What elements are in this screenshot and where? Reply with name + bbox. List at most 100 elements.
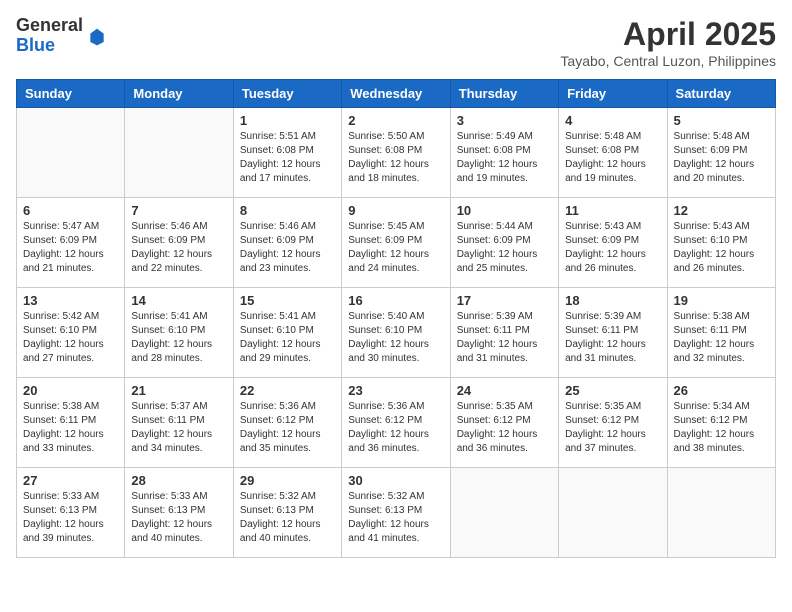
day-number: 25 [565, 383, 660, 398]
calendar-week-row: 13 Sunrise: 5:42 AM Sunset: 6:10 PM Dayli… [17, 288, 776, 378]
day-number: 5 [674, 113, 769, 128]
day-info: Sunrise: 5:45 AM Sunset: 6:09 PM Dayligh… [348, 220, 443, 276]
day-number: 4 [565, 113, 660, 128]
calendar-cell: 15 Sunrise: 5:41 AM Sunset: 6:10 PM Dayli… [233, 288, 341, 378]
day-info: Sunrise: 5:43 AM Sunset: 6:09 PM Dayligh… [565, 220, 660, 276]
day-info: Sunrise: 5:38 AM Sunset: 6:11 PM Dayligh… [674, 310, 769, 366]
calendar-cell: 24 Sunrise: 5:35 AM Sunset: 6:12 PM Dayli… [450, 378, 558, 468]
day-number: 3 [457, 113, 552, 128]
calendar-cell: 26 Sunrise: 5:34 AM Sunset: 6:12 PM Dayli… [667, 378, 775, 468]
location: Tayabo, Central Luzon, Philippines [560, 53, 776, 69]
day-number: 13 [23, 293, 118, 308]
month-year: April 2025 [560, 16, 776, 53]
day-info: Sunrise: 5:46 AM Sunset: 6:09 PM Dayligh… [240, 220, 335, 276]
calendar-cell: 2 Sunrise: 5:50 AM Sunset: 6:08 PM Daylig… [342, 108, 450, 198]
day-number: 2 [348, 113, 443, 128]
column-header-wednesday: Wednesday [342, 80, 450, 108]
day-number: 9 [348, 203, 443, 218]
day-number: 15 [240, 293, 335, 308]
day-info: Sunrise: 5:35 AM Sunset: 6:12 PM Dayligh… [457, 400, 552, 456]
day-number: 24 [457, 383, 552, 398]
column-header-friday: Friday [559, 80, 667, 108]
day-number: 12 [674, 203, 769, 218]
calendar-cell: 25Sunrise: 5:35 AM Sunset: 6:12 PM Dayli… [559, 378, 667, 468]
day-number: 18 [565, 293, 660, 308]
day-info: Sunrise: 5:33 AM Sunset: 6:13 PM Dayligh… [131, 490, 226, 546]
day-info: Sunrise: 5:41 AM Sunset: 6:10 PM Dayligh… [240, 310, 335, 366]
calendar-cell: 7 Sunrise: 5:46 AM Sunset: 6:09 PM Daylig… [125, 198, 233, 288]
calendar-cell: 30Sunrise: 5:32 AM Sunset: 6:13 PM Dayli… [342, 468, 450, 558]
title-section: April 2025 Tayabo, Central Luzon, Philip… [560, 16, 776, 69]
logo-blue: Blue [16, 36, 83, 56]
day-info: Sunrise: 5:51 AM Sunset: 6:08 PM Dayligh… [240, 130, 335, 186]
day-number: 20 [23, 383, 118, 398]
day-info: Sunrise: 5:32 AM Sunset: 6:13 PM Dayligh… [240, 490, 335, 546]
day-info: Sunrise: 5:37 AM Sunset: 6:11 PM Dayligh… [131, 400, 226, 456]
day-number: 6 [23, 203, 118, 218]
calendar-cell: 16 Sunrise: 5:40 AM Sunset: 6:10 PM Dayli… [342, 288, 450, 378]
column-header-tuesday: Tuesday [233, 80, 341, 108]
calendar-cell: 18 Sunrise: 5:39 AM Sunset: 6:11 PM Dayli… [559, 288, 667, 378]
calendar-cell: 11 Sunrise: 5:43 AM Sunset: 6:09 PM Dayli… [559, 198, 667, 288]
day-number: 22 [240, 383, 335, 398]
day-number: 7 [131, 203, 226, 218]
calendar-cell [17, 108, 125, 198]
day-info: Sunrise: 5:39 AM Sunset: 6:11 PM Dayligh… [565, 310, 660, 366]
day-info: Sunrise: 5:44 AM Sunset: 6:09 PM Dayligh… [457, 220, 552, 276]
day-number: 8 [240, 203, 335, 218]
calendar-cell [450, 468, 558, 558]
day-info: Sunrise: 5:34 AM Sunset: 6:12 PM Dayligh… [674, 400, 769, 456]
calendar-cell: 12 Sunrise: 5:43 AM Sunset: 6:10 PM Dayli… [667, 198, 775, 288]
day-number: 21 [131, 383, 226, 398]
day-info: Sunrise: 5:36 AM Sunset: 6:12 PM Dayligh… [240, 400, 335, 456]
calendar-cell: 10Sunrise: 5:44 AM Sunset: 6:09 PM Dayli… [450, 198, 558, 288]
day-info: Sunrise: 5:42 AM Sunset: 6:10 PM Dayligh… [23, 310, 118, 366]
day-number: 29 [240, 473, 335, 488]
calendar-cell: 21 Sunrise: 5:37 AM Sunset: 6:11 PM Dayli… [125, 378, 233, 468]
day-number: 27 [23, 473, 118, 488]
calendar-cell: 3 Sunrise: 5:49 AM Sunset: 6:08 PM Daylig… [450, 108, 558, 198]
day-info: Sunrise: 5:48 AM Sunset: 6:09 PM Dayligh… [674, 130, 769, 186]
day-info: Sunrise: 5:36 AM Sunset: 6:12 PM Dayligh… [348, 400, 443, 456]
day-info: Sunrise: 5:33 AM Sunset: 6:13 PM Dayligh… [23, 490, 118, 546]
day-number: 23 [348, 383, 443, 398]
day-number: 1 [240, 113, 335, 128]
logo-general: General [16, 16, 83, 36]
day-info: Sunrise: 5:39 AM Sunset: 6:11 PM Dayligh… [457, 310, 552, 366]
calendar-cell: 27 Sunrise: 5:33 AM Sunset: 6:13 PM Dayli… [17, 468, 125, 558]
calendar-cell: 23 Sunrise: 5:36 AM Sunset: 6:12 PM Dayli… [342, 378, 450, 468]
calendar-cell: 14Sunrise: 5:41 AM Sunset: 6:10 PM Dayli… [125, 288, 233, 378]
column-header-saturday: Saturday [667, 80, 775, 108]
calendar-table: SundayMondayTuesdayWednesdayThursdayFrid… [16, 79, 776, 558]
calendar-cell: 1 Sunrise: 5:51 AM Sunset: 6:08 PM Daylig… [233, 108, 341, 198]
calendar-cell: 6 Sunrise: 5:47 AM Sunset: 6:09 PM Daylig… [17, 198, 125, 288]
day-info: Sunrise: 5:50 AM Sunset: 6:08 PM Dayligh… [348, 130, 443, 186]
day-info: Sunrise: 5:40 AM Sunset: 6:10 PM Dayligh… [348, 310, 443, 366]
calendar-week-row: 20 Sunrise: 5:38 AM Sunset: 6:11 PM Dayli… [17, 378, 776, 468]
day-info: Sunrise: 5:38 AM Sunset: 6:11 PM Dayligh… [23, 400, 118, 456]
day-info: Sunrise: 5:48 AM Sunset: 6:08 PM Dayligh… [565, 130, 660, 186]
calendar-cell [559, 468, 667, 558]
day-info: Sunrise: 5:49 AM Sunset: 6:08 PM Dayligh… [457, 130, 552, 186]
day-number: 28 [131, 473, 226, 488]
calendar-cell: 28 Sunrise: 5:33 AM Sunset: 6:13 PM Dayli… [125, 468, 233, 558]
calendar-cell: 22 Sunrise: 5:36 AM Sunset: 6:12 PM Dayli… [233, 378, 341, 468]
day-number: 26 [674, 383, 769, 398]
day-info: Sunrise: 5:46 AM Sunset: 6:09 PM Dayligh… [131, 220, 226, 276]
day-number: 17 [457, 293, 552, 308]
column-header-monday: Monday [125, 80, 233, 108]
day-info: Sunrise: 5:47 AM Sunset: 6:09 PM Dayligh… [23, 220, 118, 276]
calendar-cell: 29 Sunrise: 5:32 AM Sunset: 6:13 PM Dayli… [233, 468, 341, 558]
calendar-cell: 9 Sunrise: 5:45 AM Sunset: 6:09 PM Daylig… [342, 198, 450, 288]
day-number: 30 [348, 473, 443, 488]
calendar-cell: 20 Sunrise: 5:38 AM Sunset: 6:11 PM Dayli… [17, 378, 125, 468]
day-info: Sunrise: 5:41 AM Sunset: 6:10 PM Dayligh… [131, 310, 226, 366]
calendar-week-row: 6 Sunrise: 5:47 AM Sunset: 6:09 PM Daylig… [17, 198, 776, 288]
logo-icon [87, 27, 107, 47]
day-number: 16 [348, 293, 443, 308]
page-header: General Blue April 2025 Tayabo, Central … [16, 16, 776, 69]
day-number: 11 [565, 203, 660, 218]
calendar-week-row: 27 Sunrise: 5:33 AM Sunset: 6:13 PM Dayli… [17, 468, 776, 558]
calendar-header-row: SundayMondayTuesdayWednesdayThursdayFrid… [17, 80, 776, 108]
day-info: Sunrise: 5:43 AM Sunset: 6:10 PM Dayligh… [674, 220, 769, 276]
